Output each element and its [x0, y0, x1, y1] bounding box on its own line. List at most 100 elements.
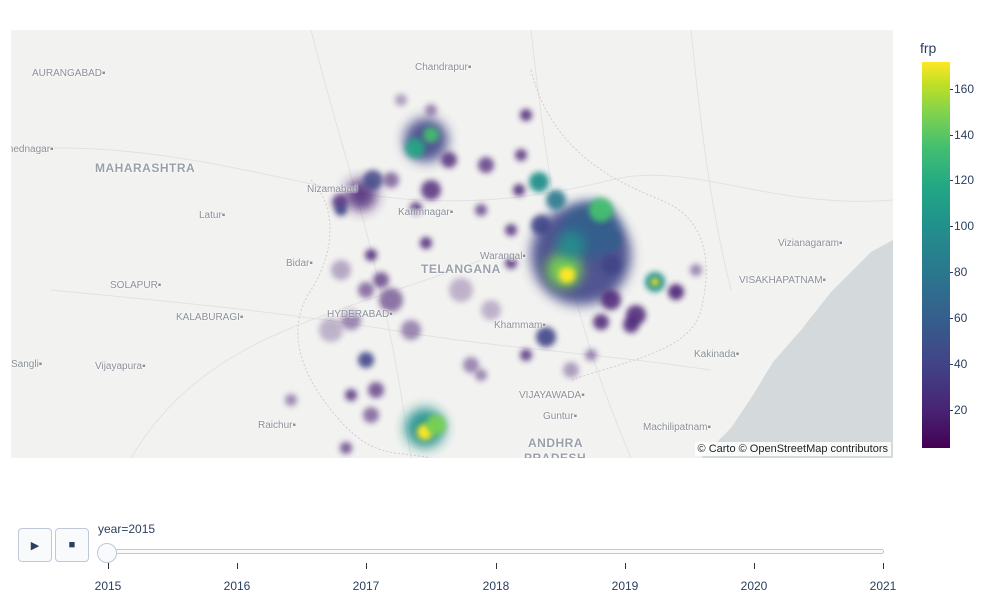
heat-blob [546, 190, 566, 210]
map-label: Machilipatnam▪ [643, 422, 712, 433]
slider-step-label[interactable]: 2018 [483, 579, 510, 593]
map-label: KALABURAGI▪ [176, 312, 244, 323]
map-label: Vijayapura▪ [95, 361, 146, 372]
map-label: mednagar▪ [11, 144, 54, 155]
heat-blob [601, 290, 621, 310]
map-canvas[interactable] [11, 30, 893, 458]
heat-blob [420, 237, 432, 249]
map-label: VISAKHAPATNAM▪ [739, 275, 827, 286]
map-label: TELANGANA [421, 262, 501, 276]
heat-blob [319, 318, 343, 342]
heat-blob [481, 300, 501, 320]
slider-current-label: year=2015 [98, 522, 156, 536]
heat-blob [285, 394, 297, 406]
map-label: SOLAPUR▪ [110, 280, 162, 291]
heat-blob [373, 272, 389, 288]
slider-tick [237, 563, 238, 569]
heat-blob [345, 389, 357, 401]
heat-blob [405, 138, 425, 158]
heat-blob [425, 104, 437, 116]
heat-blob [358, 352, 374, 368]
slider-step-label[interactable]: 2015 [95, 579, 122, 593]
heat-blob [589, 198, 613, 222]
map-label: Chandrapur▪ [415, 62, 472, 73]
colorbar [922, 62, 950, 448]
heat-blob [505, 224, 517, 236]
colorbar-tick-label: 60 [949, 311, 968, 326]
map-label: Kakinada▪ [694, 349, 740, 360]
stop-icon: ■ [68, 539, 76, 551]
slider-step-label[interactable]: 2021 [870, 579, 897, 593]
map-label: MAHARASHTRA [95, 161, 196, 175]
heat-blob [601, 255, 621, 275]
heat-blob [651, 278, 659, 286]
heat-blob [358, 282, 374, 298]
map-label: Latur▪ [199, 210, 226, 221]
heat-blob [365, 249, 377, 261]
heat-blob [368, 382, 384, 398]
colorbar-title: frp [920, 40, 937, 56]
heat-blob [363, 407, 379, 423]
slider-step-label[interactable]: 2019 [612, 579, 639, 593]
heat-blob [449, 278, 473, 302]
map-label: Vizianagaram▪ [778, 238, 843, 249]
heat-blob [441, 152, 457, 168]
heat-blob [563, 362, 579, 378]
heat-blob [475, 204, 487, 216]
slider-step-label[interactable]: 2017 [353, 579, 380, 593]
heat-blob [668, 284, 684, 300]
slider-step-label[interactable]: 2016 [224, 579, 251, 593]
heat-blob [335, 204, 347, 216]
slider-tick [496, 563, 497, 569]
slider-tick [883, 563, 884, 569]
heat-blob [593, 314, 609, 330]
heat-blob [475, 369, 487, 381]
heat-blob [529, 172, 549, 192]
colorbar-tick-label: 120 [949, 173, 975, 188]
slider-tick [108, 563, 109, 569]
map-label: Khammam▪ [494, 320, 546, 331]
state-borders [297, 69, 707, 458]
heat-blob [623, 317, 639, 333]
map-label: Karimnagar▪ [398, 207, 454, 218]
heat-blob [690, 264, 702, 276]
heat-blob [331, 260, 351, 280]
map-label: HYDERABAD▪ [327, 309, 393, 320]
colorbar-tick-label: 140 [949, 127, 975, 142]
slider-tick [754, 563, 755, 569]
heat-blob [531, 215, 551, 235]
heat-blob [601, 230, 621, 250]
heat-blob [395, 94, 407, 106]
heat-blob [421, 180, 441, 200]
heat-blob [340, 442, 352, 454]
heat-blob [557, 231, 585, 259]
map-label: Sangli▪ [11, 359, 43, 370]
slider-step-label[interactable]: 2020 [741, 579, 768, 593]
play-button[interactable]: ▶ [18, 528, 52, 562]
map-label: AURANGABAD▪ [32, 68, 106, 79]
heat-blob [401, 320, 421, 340]
map-label: Bidar▪ [286, 258, 313, 269]
heat-blob [383, 172, 399, 188]
heat-blob [515, 149, 527, 161]
map-attribution[interactable]: © Carto © OpenStreetMap contributors [694, 442, 891, 456]
heat-blob [520, 109, 532, 121]
map-label: Guntur▪ [543, 411, 578, 422]
heat-blob [363, 170, 383, 190]
year-slider-track[interactable] [108, 549, 884, 554]
heat-blob [478, 157, 494, 173]
colorbar-tick-label: 40 [949, 357, 968, 372]
year-slider-handle[interactable] [97, 543, 117, 563]
map-label: ANDHRA [528, 436, 583, 450]
map-label: VIJAYAWADA▪ [519, 390, 585, 401]
heat-blob [426, 415, 446, 435]
slider-tick [625, 563, 626, 569]
colorbar-tick-label: 20 [949, 403, 968, 418]
density-map[interactable]: AURANGABAD▪ Chandrapur▪ mednagar▪ MAHARASHT… [11, 30, 893, 458]
colorbar-tick-label: 100 [949, 219, 975, 234]
map-label: Nizamabad [307, 184, 358, 195]
heat-blob [513, 184, 525, 196]
colorbar-tick-label: 80 [949, 265, 968, 280]
stop-button[interactable]: ■ [55, 528, 89, 562]
heat-blob [585, 349, 597, 361]
